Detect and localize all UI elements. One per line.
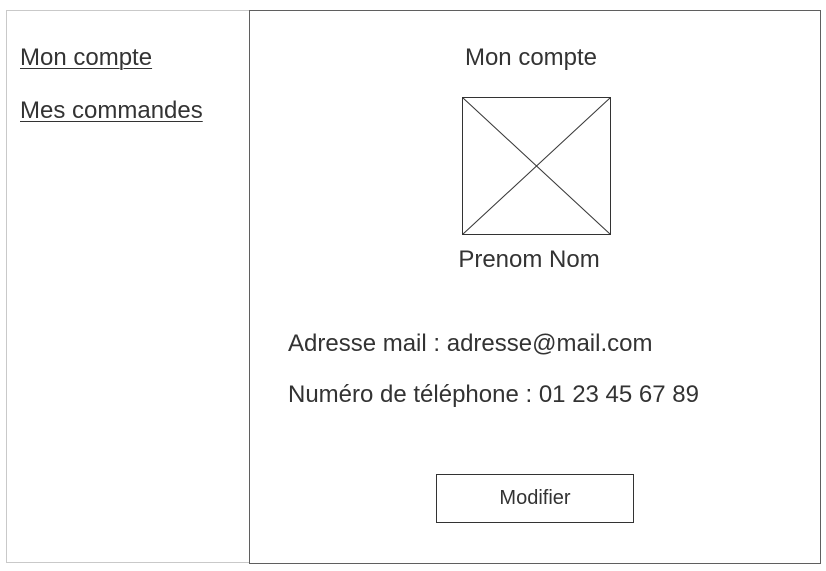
sidebar-item-mes-commandes[interactable]: Mes commandes [20,97,203,125]
modify-button[interactable]: Modifier [436,474,634,523]
page-title: Mon compte [464,44,598,71]
user-name: Prenom Nom [458,246,600,273]
sidebar-item-mon-compte[interactable]: Mon compte [20,44,152,72]
email-info: Adresse mail : adresse@mail.com [288,330,653,357]
account-panel: Mon compte Prenom Nom Adresse mail : adr… [249,10,821,564]
image-placeholder-icon [462,97,611,235]
phone-info: Numéro de téléphone : 01 23 45 67 89 [288,381,699,408]
sidebar: Mon compte Mes commandes [6,10,249,563]
